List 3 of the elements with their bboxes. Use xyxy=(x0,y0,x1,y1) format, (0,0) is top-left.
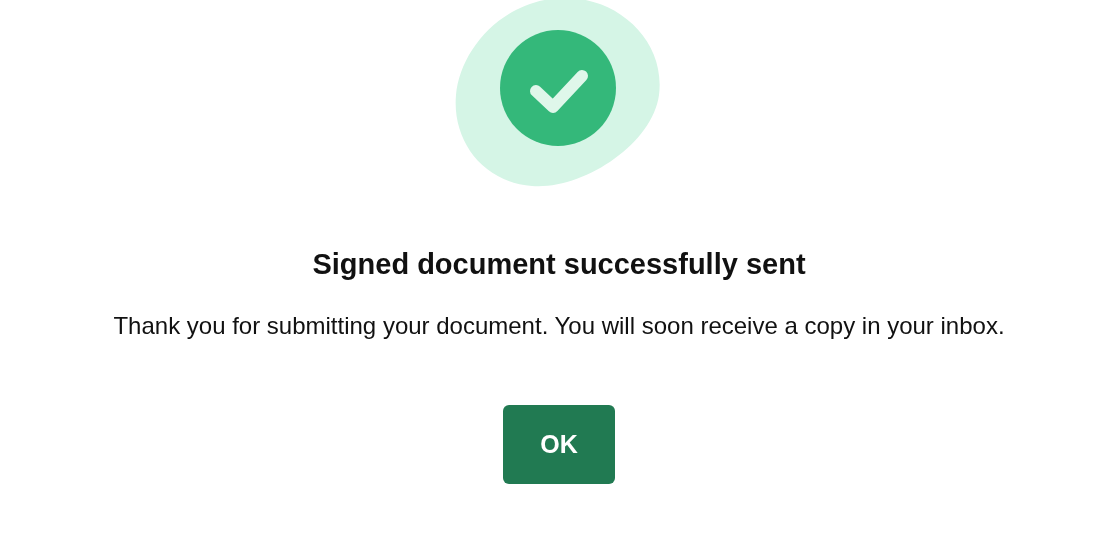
ok-button[interactable]: OK xyxy=(503,405,615,484)
dialog-message: Thank you for submitting your document. You will soon receive a copy in your inbox. xyxy=(113,311,1005,341)
dialog-title: Signed document successfully sent xyxy=(312,247,806,282)
